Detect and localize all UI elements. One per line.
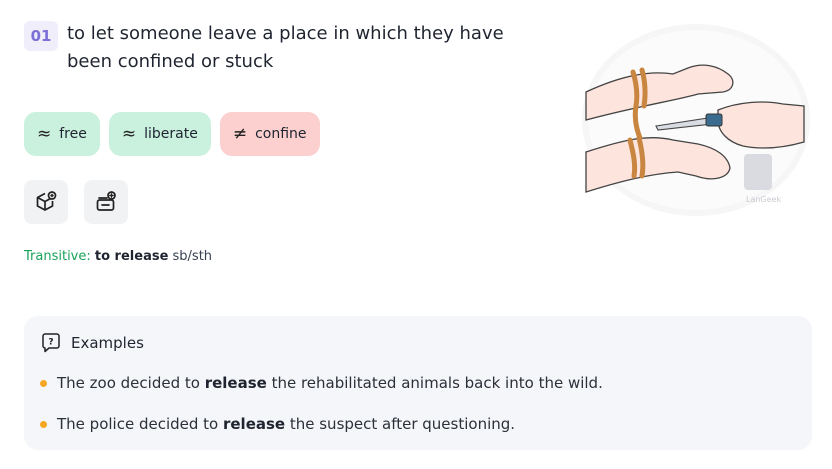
chip-label: confine — [255, 126, 307, 142]
grammar-type: Transitive: — [24, 249, 91, 264]
grammar-object: sb/sth — [168, 249, 213, 264]
cube-icon — [36, 191, 57, 211]
examples-header: ? Examples — [40, 332, 144, 354]
question-bubble-icon: ? — [42, 333, 60, 353]
cube-button[interactable] — [24, 180, 68, 224]
chip-label: liberate — [144, 126, 198, 142]
related-words: ≈ free ≈ liberate ≠ confine — [24, 112, 320, 156]
bullet-dot — [40, 420, 47, 428]
save-to-list-icon — [96, 191, 116, 211]
action-buttons — [24, 180, 128, 224]
example-item: The police decided to release the suspec… — [40, 413, 603, 435]
example-text: The police decided to release the suspec… — [57, 415, 516, 433]
approx-equal-icon: ≈ — [37, 124, 52, 144]
grammar-pattern-bold: to release — [94, 249, 169, 264]
example-text: The zoo decided to release the rehabilit… — [57, 374, 603, 392]
illustration-watermark: LanGeek — [746, 195, 781, 204]
examples-panel: ? Examples The zoo decided to release th… — [24, 316, 812, 450]
definition-card: 01 to let someone leave a place in which… — [0, 0, 832, 469]
chip-label: free — [59, 126, 87, 142]
antonym-chip-confine[interactable]: ≠ confine — [219, 112, 320, 156]
examples-list: The zoo decided to release the rehabilit… — [40, 372, 603, 454]
sense-number-badge: 01 — [24, 21, 58, 51]
hands-cutting-rope-illustration: LanGeek — [582, 24, 810, 216]
grammar-pattern: Transitive: to release sb/sth — [24, 249, 212, 264]
definition-text: to let someone leave a place in which th… — [67, 23, 504, 72]
example-item: The zoo decided to release the rehabilit… — [40, 372, 603, 394]
examples-heading: Examples — [71, 334, 144, 352]
bullet-dot — [40, 379, 47, 387]
not-equal-icon: ≠ — [232, 124, 248, 144]
synonym-chip-liberate[interactable]: ≈ liberate — [108, 112, 211, 156]
svg-text:?: ? — [48, 338, 53, 348]
approx-equal-icon: ≈ — [121, 124, 137, 144]
illustration: LanGeek — [578, 22, 814, 218]
add-to-list-button[interactable] — [84, 180, 128, 224]
synonym-chip-free[interactable]: ≈ free — [24, 112, 100, 156]
